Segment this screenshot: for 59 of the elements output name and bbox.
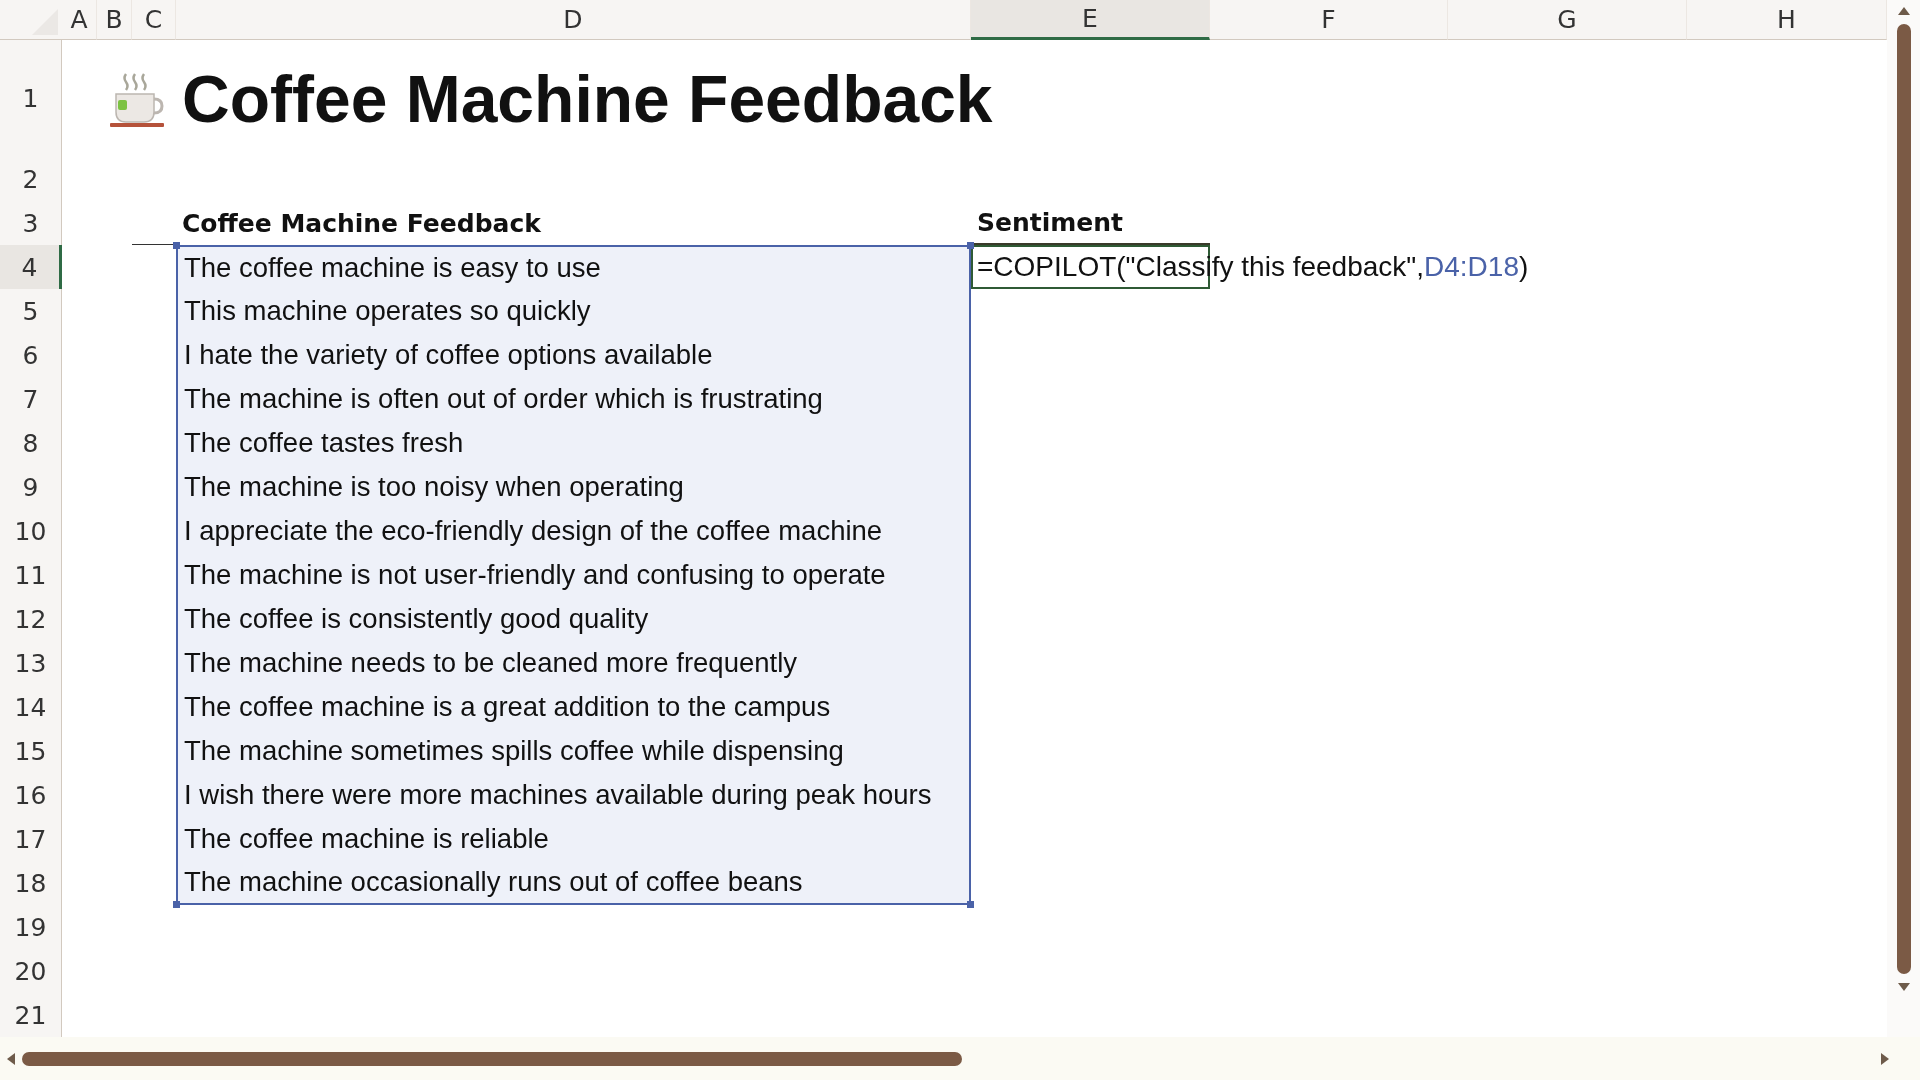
table-cell: The machine needs to be cleaned more frequently [176, 641, 971, 685]
column-header[interactable]: D [176, 0, 971, 40]
row-header[interactable]: 16 [0, 773, 62, 817]
table-cell: The machine sometimes spills coffee while dispensing [176, 729, 971, 773]
scrollbar-thumb[interactable] [1896, 24, 1911, 974]
row-header[interactable]: 11 [0, 553, 62, 597]
row-header[interactable]: 21 [0, 993, 62, 1037]
row-header[interactable]: 13 [0, 641, 62, 685]
scroll-up-icon[interactable] [1896, 6, 1911, 16]
table-cell: The coffee tastes fresh [176, 421, 971, 465]
scrollbar-thumb[interactable] [22, 1051, 962, 1066]
row-header[interactable]: 4 [0, 245, 62, 289]
column-header[interactable]: F [1210, 0, 1448, 40]
table-cell: I hate the variety of coffee options available [176, 333, 971, 377]
column-header[interactable]: E [971, 0, 1210, 40]
table-cell: The coffee machine is reliable [176, 817, 971, 861]
table-cell: The machine occasionally runs out of coffee beans [176, 861, 971, 905]
table-cell: The coffee machine is a great addition to the campus [176, 685, 971, 729]
table-cell: I appreciate the eco-friendly design of the coffee machine [176, 509, 971, 553]
horizontal-scrollbar[interactable] [0, 1037, 1920, 1080]
column-header[interactable]: C [132, 0, 176, 40]
sheet-title: Coffee Machine Feedback [181, 60, 994, 137]
row-header[interactable]: 3 [0, 201, 62, 245]
scroll-down-icon[interactable] [1896, 982, 1911, 992]
table-cell: The machine is not user-friendly and confusing to operate [176, 553, 971, 597]
column-header[interactable]: A [62, 0, 97, 40]
row-header[interactable]: 9 [0, 465, 62, 509]
column-header[interactable]: B [97, 0, 132, 40]
row-header[interactable]: 15 [0, 729, 62, 773]
row-header[interactable]: 18 [0, 861, 62, 905]
table-cell: The machine is often out of order which is frustrating [176, 377, 971, 421]
row-header[interactable]: 1 [0, 40, 62, 157]
row-header[interactable]: 20 [0, 949, 62, 993]
row-header[interactable]: 17 [0, 817, 62, 861]
row-header[interactable]: 12 [0, 597, 62, 641]
column-header[interactable]: G [1448, 0, 1687, 40]
row-header[interactable]: 7 [0, 377, 62, 421]
column-heading: Sentiment [971, 201, 1210, 245]
column-heading: Coffee Machine Feedback [181, 207, 542, 240]
scroll-right-icon[interactable] [1880, 1051, 1890, 1066]
row-header[interactable]: 8 [0, 421, 62, 465]
selection-handle[interactable] [173, 242, 180, 249]
selection-handle[interactable] [967, 242, 974, 249]
row-header[interactable]: 2 [0, 157, 62, 201]
table-cell: I wish there were more machines available during peak hours [176, 773, 971, 817]
column-header[interactable]: H [1687, 0, 1887, 40]
row-header[interactable]: 10 [0, 509, 62, 553]
row-header[interactable]: 6 [0, 333, 62, 377]
row-header[interactable]: 14 [0, 685, 62, 729]
table-cell: The machine is too noisy when operating [176, 465, 971, 509]
vertical-scrollbar[interactable] [1887, 0, 1920, 1037]
table-cell: The coffee is consistently good quality [176, 597, 971, 641]
selection-handle[interactable] [967, 901, 974, 908]
row-header[interactable]: 5 [0, 289, 62, 333]
row-header[interactable]: 19 [0, 905, 62, 949]
table-cell: The coffee machine is easy to use [176, 245, 971, 289]
table-cell: This machine operates so quickly [176, 289, 971, 333]
scroll-left-icon[interactable] [6, 1051, 16, 1066]
selection-handle[interactable] [173, 901, 180, 908]
